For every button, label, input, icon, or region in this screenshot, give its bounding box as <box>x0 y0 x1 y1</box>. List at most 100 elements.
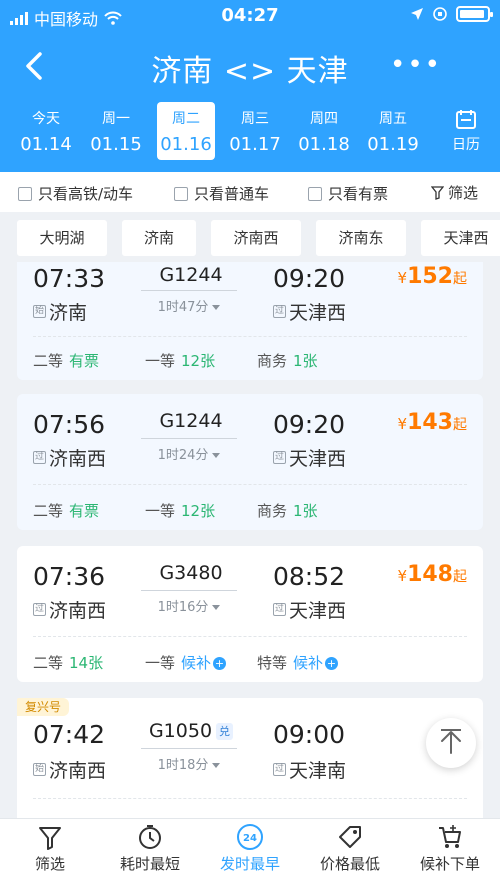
date-tabs: 今天 01.14 周一 01.15 周二 01.16 周三 01.17 周四 0… <box>0 102 500 164</box>
depart-time: 07:56 <box>33 410 106 439</box>
caret-down-icon <box>212 305 221 310</box>
tab-waitlist-order[interactable]: 候补下单 <box>400 823 500 879</box>
available-only-checkbox[interactable]: 只看有票 <box>308 183 388 204</box>
date-weekday: 周一 <box>102 111 130 127</box>
tab-earliest-departure[interactable]: 24 发时最早 <box>200 823 300 879</box>
date-weekday: 周五 <box>379 111 407 127</box>
date-tab-3[interactable]: 周三 01.17 <box>226 102 284 160</box>
arrive-time: 09:20 <box>273 264 346 293</box>
calendar-label: 日历 <box>452 137 480 153</box>
depart-time: 07:36 <box>33 562 106 591</box>
24-icon-text: 24 <box>243 833 257 844</box>
caret-down-icon <box>212 605 221 610</box>
high-speed-only-checkbox[interactable]: 只看高铁/动车 <box>18 183 133 204</box>
train-card[interactable]: 07:42 G1050兑 1时18分 09:00 ¥1 始济南西 过天津南 <box>17 698 483 818</box>
seat-class-label: 特等 <box>257 654 288 672</box>
divider <box>33 484 467 485</box>
date-tab-4[interactable]: 周四 01.18 <box>295 102 353 160</box>
price-tag-icon <box>339 826 361 848</box>
date-value: 01.19 <box>367 134 419 155</box>
station-tag: 过 <box>273 305 286 318</box>
date-value: 01.14 <box>20 134 72 155</box>
station-chip[interactable]: 济南 <box>122 220 196 256</box>
tab-label: 耗时最短 <box>119 855 180 873</box>
duration-text: 1时24分 <box>157 448 209 463</box>
arrive-time: 09:00 <box>273 720 346 749</box>
date-tab-0[interactable]: 今天 01.14 <box>17 102 75 160</box>
train-number: G1244 <box>159 410 223 432</box>
train-number: G1244 <box>159 264 223 286</box>
calendar-icon <box>456 110 476 129</box>
station-tag: 过 <box>273 451 286 464</box>
seat-class-label: 一等 <box>145 352 176 370</box>
price: ¥148起 <box>398 562 467 587</box>
currency-symbol: ¥ <box>397 415 408 433</box>
duration-text: 1时18分 <box>157 758 209 773</box>
more-dots-icon[interactable]: ••• <box>390 50 442 80</box>
train-card[interactable]: 07:56 G1244 1时24分 09:20 ¥143起 过济南西 过天津西 … <box>17 394 483 530</box>
duration[interactable]: 1时16分 <box>141 596 237 615</box>
duration[interactable]: 1时47分 <box>141 296 237 315</box>
station-chips: 大明湖 济南 济南西 济南东 天津西 <box>0 212 500 264</box>
regular-only-checkbox[interactable]: 只看普通车 <box>174 183 269 204</box>
station-chip[interactable]: 济南西 <box>211 220 301 256</box>
seat-class-label: 二等 <box>33 352 64 370</box>
duration[interactable]: 1时24分 <box>141 444 237 463</box>
train-list: 07:33 G1244 1时47分 09:20 ¥152起 始济南 过天津西 二… <box>0 262 500 818</box>
duration-text: 1时16分 <box>157 600 209 615</box>
price: ¥143起 <box>398 410 467 435</box>
train-card[interactable]: 07:36 G3480 1时16分 08:52 ¥148起 过济南西 过天津西 … <box>17 546 483 682</box>
seat-availability: 1张 <box>293 352 318 370</box>
to-station: 过天津西 <box>273 444 346 471</box>
seat-class-label: 二等 <box>33 502 64 520</box>
checkbox-label: 只看有票 <box>328 185 389 203</box>
tab-shortest-duration[interactable]: 耗时最短 <box>100 823 200 879</box>
train-card[interactable]: 07:33 G1244 1时47分 09:20 ¥152起 始济南 过天津西 二… <box>17 262 483 380</box>
price-value: 152 <box>407 264 453 289</box>
seat-availability: 候补 <box>293 654 324 672</box>
date-tab-5[interactable]: 周五 01.19 <box>364 102 422 160</box>
station-chip[interactable]: 大明湖 <box>17 220 107 256</box>
seat-availability: 14张 <box>69 654 104 672</box>
orientation-lock-icon <box>433 7 447 21</box>
station-chip[interactable]: 济南东 <box>316 220 406 256</box>
tab-label: 筛选 <box>34 855 65 873</box>
date-tab-1[interactable]: 周一 01.15 <box>87 102 145 160</box>
from-station: 过济南西 <box>33 596 106 623</box>
seat-class: 二等 14张 <box>33 652 103 673</box>
duration[interactable]: 1时18分 <box>141 754 237 773</box>
date-value: 01.16 <box>160 134 212 155</box>
plus-icon: + <box>325 657 339 670</box>
station-name: 济南西 <box>49 600 107 622</box>
to-station: 过天津南 <box>273 756 346 783</box>
station-tag: 过 <box>273 763 286 776</box>
caret-down-icon <box>212 763 221 768</box>
route-line <box>141 590 237 591</box>
date-weekday: 周三 <box>241 111 269 127</box>
scroll-to-top-button[interactable] <box>426 718 476 768</box>
bottom-toolbar: 筛选 耗时最短 24 发时最早 价格最低 候补下单 <box>0 818 500 880</box>
date-value: 01.18 <box>298 134 350 155</box>
seat-class[interactable]: 一等 候补 + <box>145 652 227 673</box>
filter-bar: 只看高铁/动车 只看普通车 只看有票 筛选 <box>0 172 500 212</box>
to-station: 过天津西 <box>273 298 346 325</box>
tab-label: 价格最低 <box>319 855 380 873</box>
from-station: 始济南 <box>33 298 87 325</box>
duration-text: 1时47分 <box>157 300 209 315</box>
seat-class: 一等 12张 <box>145 500 215 521</box>
date-tab-2-selected[interactable]: 周二 01.16 <box>157 102 215 160</box>
station-name: 济南 <box>49 302 88 324</box>
station-chip[interactable]: 天津西 <box>421 220 500 256</box>
date-weekday: 今天 <box>32 111 60 127</box>
location-arrow-icon <box>411 8 423 20</box>
tab-filter[interactable]: 筛选 <box>0 823 100 879</box>
seat-class: 一等 12张 <box>145 350 215 371</box>
tab-lowest-price[interactable]: 价格最低 <box>300 823 400 879</box>
calendar-button[interactable]: 日历 <box>446 108 486 154</box>
filter-button[interactable]: 筛选 <box>430 182 478 203</box>
caret-down-icon <box>212 453 221 458</box>
seat-class[interactable]: 特等 候补 + <box>257 652 339 673</box>
checkbox-label: 只看高铁/动车 <box>38 185 134 203</box>
tab-label: 发时最早 <box>219 855 280 873</box>
divider <box>33 636 467 637</box>
